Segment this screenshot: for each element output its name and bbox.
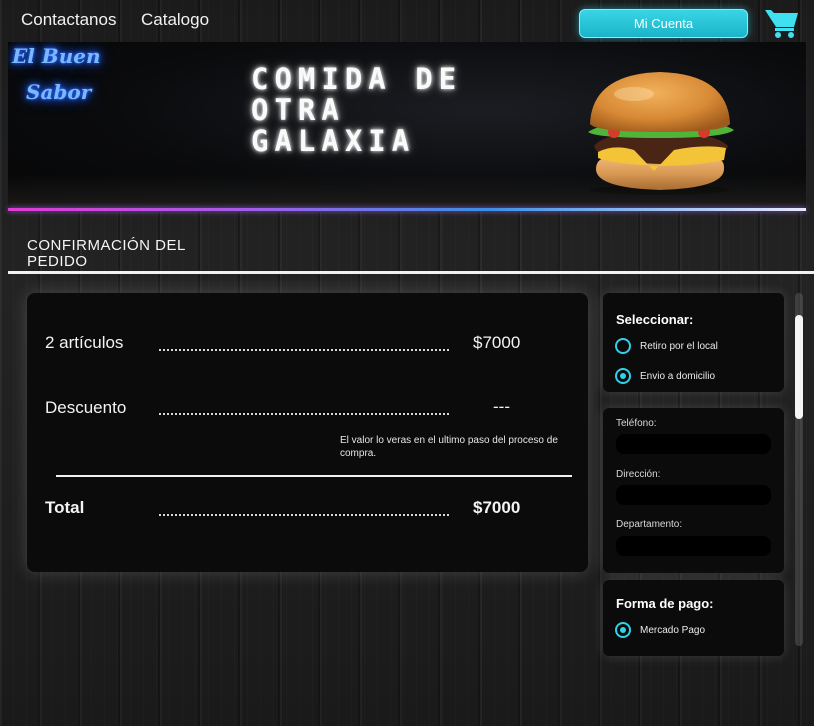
headline-line-3: GALAXIA bbox=[251, 124, 416, 158]
payment-method-panel: Forma de pago: Mercado Pago bbox=[603, 580, 784, 656]
scrollbar-thumb[interactable] bbox=[795, 315, 803, 419]
items-value: $7000 bbox=[473, 333, 521, 352]
address-field[interactable] bbox=[616, 485, 771, 505]
page-title-line-1: CONFIRMACIÓN DEL bbox=[27, 237, 186, 254]
title-divider bbox=[8, 271, 814, 274]
discount-note: El valor lo veras en el ultimo paso del … bbox=[340, 435, 558, 459]
hero-banner: El Buen Sabor COMIDA DE OTRA GALAXIA bbox=[8, 42, 806, 212]
address-form-panel: Teléfono: Dirección: Departamento: bbox=[603, 408, 784, 573]
nav-link-catalog[interactable]: Catalogo bbox=[141, 10, 209, 30]
total-value: $7000 bbox=[473, 498, 521, 517]
my-account-button[interactable]: Mi Cuenta bbox=[579, 9, 748, 38]
page-title: CONFIRMACIÓN DEL PEDIDO bbox=[27, 238, 227, 270]
summary-divider bbox=[56, 475, 572, 477]
shopping-cart-icon[interactable] bbox=[764, 7, 800, 39]
headline-line-1: COMIDA DE bbox=[251, 62, 463, 96]
radio-mercadopago[interactable]: Mercado Pago bbox=[615, 621, 705, 639]
burger-image bbox=[588, 72, 734, 195]
headline-line-2: OTRA bbox=[251, 93, 345, 127]
radio-pickup-label: Retiro por el local bbox=[640, 340, 718, 352]
items-dots bbox=[159, 349, 449, 351]
discount-label: Descuento bbox=[45, 398, 127, 417]
discount-dots bbox=[159, 413, 449, 415]
radio-delivery-label: Envio a domicilio bbox=[640, 370, 716, 382]
nav-link-contact[interactable]: Contactanos bbox=[21, 10, 116, 30]
logo-line-1: El Buen bbox=[12, 44, 101, 68]
payment-title: Forma de pago: bbox=[616, 596, 714, 611]
apartment-field[interactable] bbox=[616, 536, 771, 556]
total-label: Total bbox=[45, 498, 85, 517]
logo-line-2: Sabor bbox=[26, 80, 92, 104]
items-label: 2 artículos bbox=[45, 333, 124, 352]
neon-logo[interactable]: El Buen Sabor bbox=[10, 44, 120, 114]
radio-pickup[interactable]: Retiro por el local bbox=[615, 337, 718, 355]
radio-mercadopago-circle[interactable] bbox=[615, 622, 631, 638]
banner-headline: COMIDA DE OTRA GALAXIA bbox=[251, 64, 541, 157]
radio-pickup-circle[interactable] bbox=[615, 338, 631, 354]
apartment-label: Departamento: bbox=[616, 519, 683, 530]
address-label: Dirección: bbox=[616, 469, 661, 480]
delivery-method-panel: Seleccionar: Retiro por el local Envio a… bbox=[603, 293, 784, 392]
radio-delivery[interactable]: Envio a domicilio bbox=[615, 367, 715, 385]
radio-mercadopago-label: Mercado Pago bbox=[640, 624, 706, 636]
top-nav: Contactanos Catalogo Mi Cuenta bbox=[0, 0, 814, 42]
order-summary-card: 2 artículos $7000 Descuento --- El valor… bbox=[27, 293, 588, 572]
phone-label: Teléfono: bbox=[616, 418, 657, 429]
delivery-title: Seleccionar: bbox=[616, 312, 694, 327]
radio-delivery-circle[interactable] bbox=[615, 368, 631, 384]
total-dots bbox=[159, 514, 449, 516]
discount-value: --- bbox=[493, 397, 510, 416]
page-title-line-2: PEDIDO bbox=[27, 253, 88, 270]
neon-divider bbox=[8, 208, 806, 211]
phone-field[interactable] bbox=[616, 434, 771, 454]
